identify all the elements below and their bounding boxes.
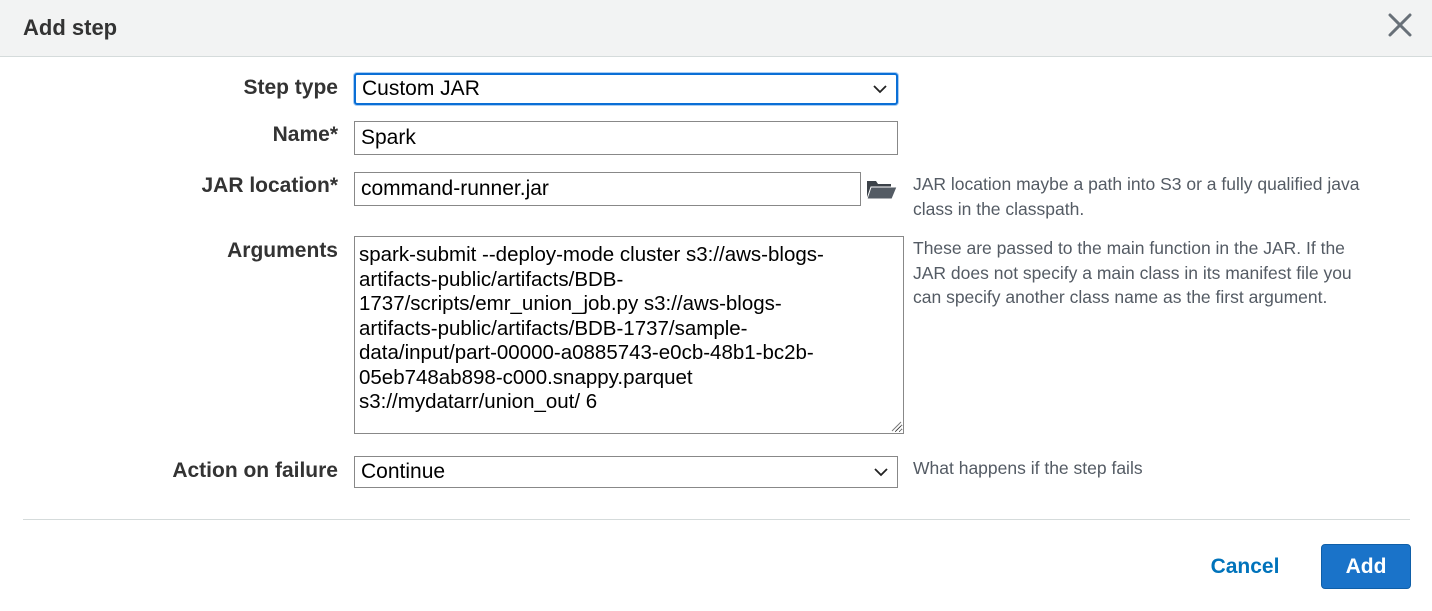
footer-divider — [23, 519, 1410, 520]
help-line: JAR does not specify a main class in its… — [913, 262, 1352, 283]
help-line: can specify another class name as the fi… — [913, 287, 1328, 307]
help-line: class in the classpath. — [913, 198, 1085, 219]
action-on-failure-help: What happens if the step fails — [913, 456, 1143, 481]
name-input[interactable]: Spark — [354, 121, 898, 155]
jar-location-value: command-runner.jar — [361, 177, 549, 200]
arguments-line: artifacts-public/artifacts/BDB-1737/samp… — [359, 316, 748, 340]
jar-location-help: JAR location maybe a path into S3 or a f… — [913, 172, 1360, 221]
close-button[interactable] — [1386, 11, 1414, 39]
jar-location-label: JAR location* — [201, 174, 338, 197]
arguments-label: Arguments — [227, 239, 338, 262]
arguments-line: data/input/part-00000-a0885743-e0cb-48b1… — [359, 341, 814, 364]
arguments-help: These are passed to the main function in… — [913, 236, 1352, 310]
jar-location-input[interactable]: command-runner.jar — [354, 172, 861, 206]
step-type-value: Custom JAR — [362, 77, 480, 100]
arguments-line: 05eb748ab898-c000.snappy.parquet — [359, 365, 693, 389]
chevron-down-icon — [873, 85, 887, 94]
folder-icon[interactable] — [866, 177, 898, 201]
action-on-failure-label: Action on failure — [172, 459, 338, 482]
name-label: Name* — [272, 123, 338, 146]
help-line: What happens if the step fails — [913, 458, 1143, 478]
chevron-down-icon — [874, 468, 888, 477]
help-line: JAR location maybe a path into S3 or a f… — [913, 174, 1360, 194]
arguments-line: artifacts-public/artifacts/BDB- — [359, 267, 624, 291]
cancel-button[interactable]: Cancel — [1196, 548, 1294, 586]
arguments-line: s3://mydatarr/union_out/ 6 — [359, 390, 598, 413]
arguments-textarea[interactable]: spark-submit --deploy-mode cluster s3://… — [354, 236, 904, 434]
step-type-label: Step type — [243, 76, 338, 99]
action-on-failure-select[interactable]: Continue — [354, 456, 898, 488]
arguments-line: 1737/scripts/emr_union_job.py s3://aws-b… — [359, 292, 782, 315]
resize-grip-icon[interactable] — [890, 420, 902, 432]
arguments-line: spark-submit --deploy-mode cluster s3://… — [359, 243, 824, 266]
dialog-header: Add step — [0, 0, 1432, 57]
dialog-title: Add step — [23, 15, 118, 40]
name-value: Spark — [361, 126, 416, 149]
step-type-select[interactable]: Custom JAR — [354, 73, 898, 105]
add-button[interactable]: Add — [1321, 544, 1411, 589]
add-step-dialog: Add step Step type Custom JAR Name* Spar… — [0, 0, 1432, 611]
close-icon — [1388, 13, 1412, 37]
action-on-failure-value: Continue — [361, 460, 446, 483]
help-line: These are passed to the main function in… — [913, 238, 1345, 258]
